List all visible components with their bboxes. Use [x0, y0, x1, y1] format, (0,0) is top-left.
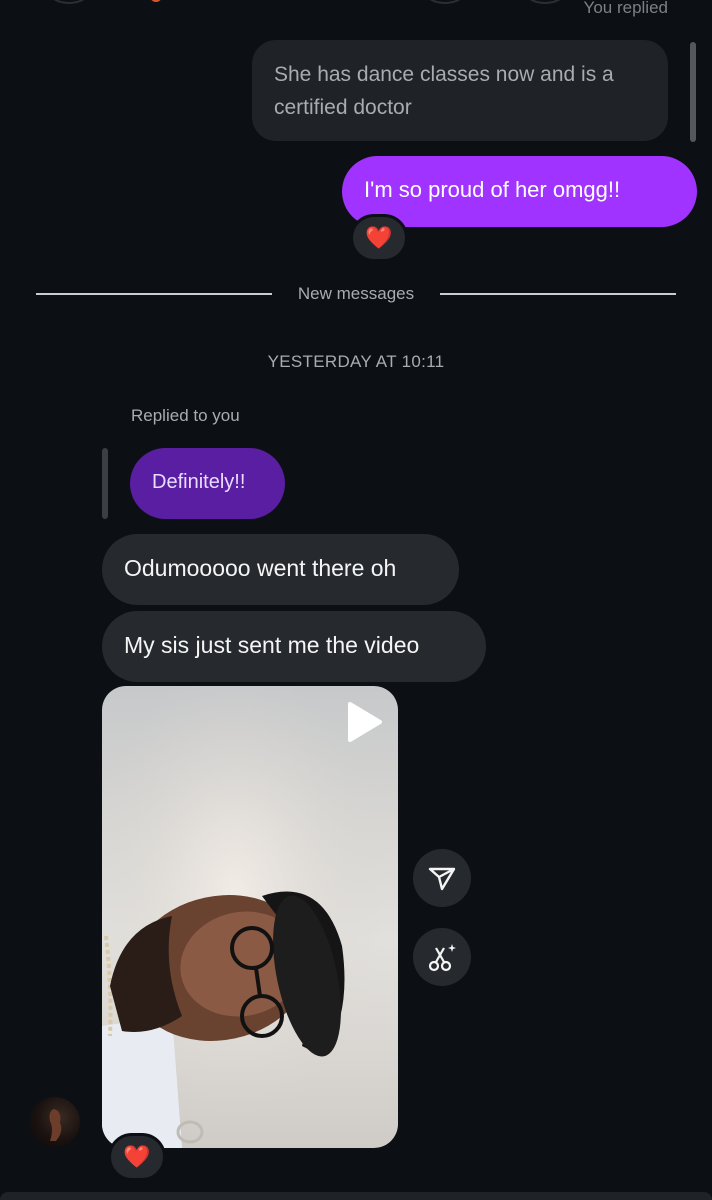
message-composer-edge[interactable]	[0, 1192, 712, 1200]
header-avatar-outline	[48, 0, 90, 4]
outgoing-message-bubble[interactable]: She has dance classes now and is a certi…	[252, 40, 668, 141]
message-timestamp: YESTERDAY AT 10:11	[267, 352, 445, 371]
video-message[interactable]	[102, 686, 398, 1148]
replied-to-you-label: Replied to you	[131, 406, 240, 425]
reply-indicator-bar	[102, 448, 108, 519]
incoming-message-bubble[interactable]: My sis just sent me the video	[102, 611, 486, 682]
share-icon	[428, 867, 456, 891]
heart-reaction[interactable]: ❤️	[108, 1133, 166, 1181]
play-icon[interactable]	[342, 700, 386, 744]
new-messages-divider: New messages	[297, 284, 415, 303]
header-notification-dot	[150, 0, 162, 2]
video-thumbnail	[102, 686, 398, 1148]
avatar-image	[49, 1109, 62, 1141]
share-button[interactable]	[413, 849, 471, 907]
scrollbar[interactable]	[690, 42, 696, 142]
divider-line-left	[36, 293, 272, 295]
quoted-reply-bubble[interactable]: Definitely!!	[130, 448, 285, 519]
header-video-icon[interactable]	[524, 0, 566, 4]
header-call-icon[interactable]	[424, 0, 466, 4]
sender-avatar[interactable]	[30, 1097, 80, 1147]
remix-icon	[428, 944, 456, 972]
heart-reaction[interactable]: ❤️	[350, 214, 408, 262]
remix-button[interactable]	[413, 928, 471, 986]
incoming-message-bubble[interactable]: Odumooooo went there oh	[102, 534, 459, 605]
you-replied-label: You replied	[583, 0, 668, 17]
divider-line-right	[440, 293, 676, 295]
